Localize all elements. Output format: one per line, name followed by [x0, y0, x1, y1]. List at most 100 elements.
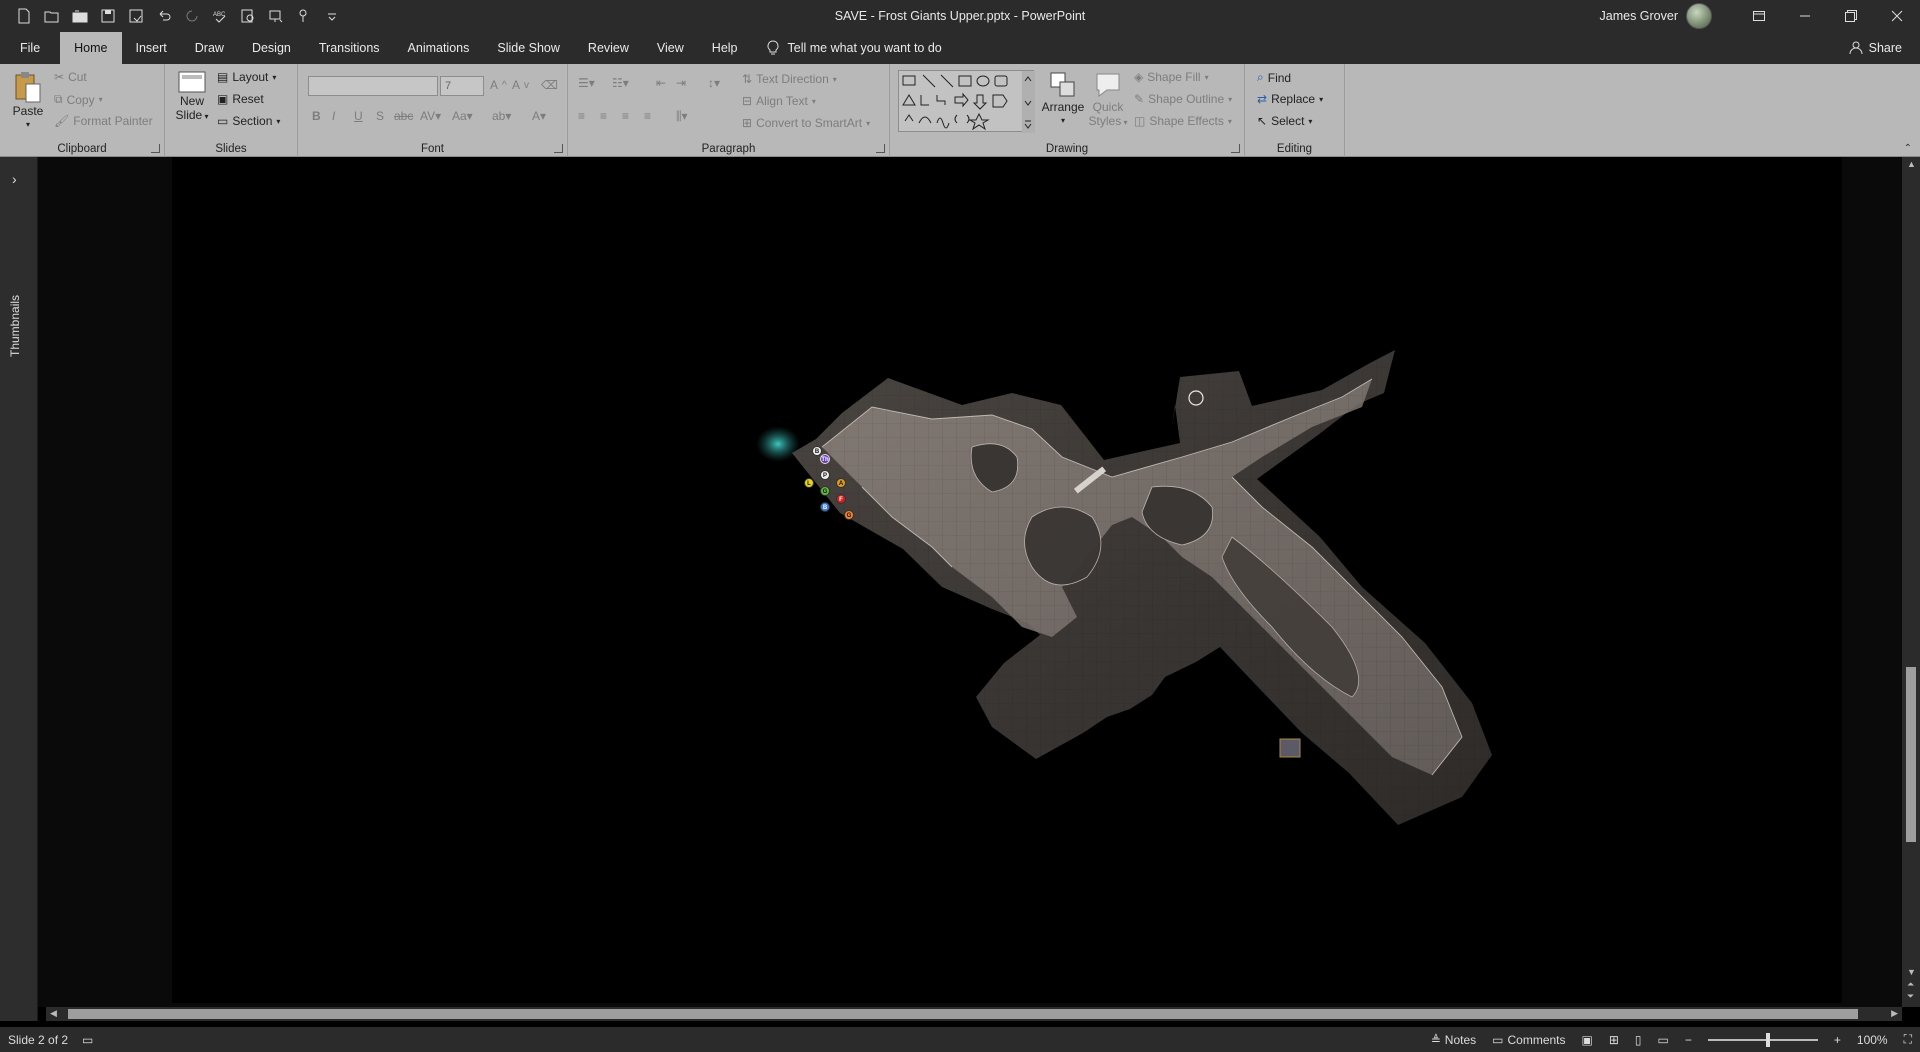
tab-transitions[interactable]: Transitions — [305, 32, 394, 64]
clipboard-launcher-icon[interactable] — [151, 144, 160, 153]
align-left-icon[interactable]: ≡ — [578, 109, 585, 123]
token-f-red[interactable]: F — [836, 494, 846, 504]
font-name-box[interactable] — [308, 76, 438, 96]
token-p-white[interactable]: P — [820, 470, 830, 480]
user-name[interactable]: James Grover — [1600, 9, 1679, 23]
paste-button[interactable]: Paste ▾ — [10, 70, 46, 132]
tab-file[interactable]: File — [0, 32, 60, 64]
zoom-slider[interactable] — [1707, 1032, 1818, 1047]
tab-slide-show[interactable]: Slide Show — [483, 32, 574, 64]
spelling-icon[interactable]: ABC — [206, 2, 234, 30]
align-right-icon[interactable]: ≡ — [622, 109, 629, 123]
horizontal-scroll-thumb[interactable] — [68, 1009, 1858, 1019]
arrange-button[interactable]: Arrange ▾ — [1040, 70, 1086, 128]
highlight-icon[interactable]: ab▾ — [492, 109, 511, 123]
columns-icon[interactable]: ⫼▾ — [676, 109, 688, 124]
tab-draw[interactable]: Draw — [181, 32, 238, 64]
save-icon[interactable] — [94, 2, 122, 30]
new-file-icon[interactable] — [10, 2, 38, 30]
tab-view[interactable]: View — [643, 32, 698, 64]
zoom-slider-knob[interactable] — [1765, 1032, 1770, 1047]
paragraph-launcher-icon[interactable] — [876, 144, 885, 153]
tab-review[interactable]: Review — [574, 32, 643, 64]
drawing-launcher-icon[interactable] — [1231, 144, 1240, 153]
scroll-left-icon[interactable]: ◀ — [50, 1008, 57, 1019]
present-icon[interactable] — [262, 2, 290, 30]
clear-format-icon[interactable]: ⌫ — [541, 78, 558, 92]
decrease-indent-icon[interactable]: ⇤ — [656, 76, 666, 90]
line-spacing-icon[interactable]: ↕▾ — [708, 76, 720, 90]
customize-qat-icon[interactable] — [318, 2, 346, 30]
thumbnails-label[interactable]: Thumbnails — [8, 295, 22, 357]
text-direction-button[interactable]: ⇅ Text Direction ▾ — [742, 72, 837, 86]
print-preview-icon[interactable] — [234, 2, 262, 30]
zoom-out-icon[interactable]: − — [1685, 1033, 1692, 1047]
zoom-level[interactable]: 100% — [1857, 1033, 1888, 1047]
ribbon-display-options-icon[interactable] — [1736, 0, 1782, 32]
shape-outline-button[interactable]: ✎ Shape Outline ▾ — [1134, 92, 1232, 106]
bold-icon[interactable]: B — [312, 109, 321, 123]
tell-me-search[interactable]: Tell me what you want to do — [766, 32, 942, 64]
cut-button[interactable]: ✂ Cut — [54, 70, 87, 84]
select-button[interactable]: ↖ Select ▾ — [1257, 114, 1312, 128]
align-text-button[interactable]: ⊟ Align Text ▾ — [742, 94, 816, 108]
token-g-orange[interactable]: G — [844, 510, 854, 520]
avatar[interactable] — [1686, 3, 1712, 29]
replace-button[interactable]: ⇄ Replace ▾ — [1257, 92, 1323, 106]
token-b-blue[interactable]: B — [820, 502, 830, 512]
tab-insert[interactable]: Insert — [122, 32, 181, 64]
decrease-font-icon[interactable]: Av — [512, 78, 529, 92]
bullets-icon[interactable]: ☰▾ — [578, 76, 595, 90]
normal-view-icon[interactable]: ▣ — [1582, 1033, 1593, 1047]
tab-help[interactable]: Help — [698, 32, 752, 64]
next-slide-icon[interactable]: ⏷ — [1907, 991, 1914, 1002]
change-case-icon[interactable]: Aa▾ — [452, 109, 473, 123]
notes-button[interactable]: ≜ Notes — [1431, 1033, 1476, 1047]
reset-button[interactable]: ▣ Reset — [217, 92, 264, 106]
font-launcher-icon[interactable] — [554, 144, 563, 153]
close-icon[interactable] — [1874, 0, 1920, 32]
token-l-yellow[interactable]: L — [804, 478, 814, 488]
scroll-right-icon[interactable]: ▶ — [1891, 1008, 1898, 1019]
tab-design[interactable]: Design — [238, 32, 305, 64]
comments-button[interactable]: ▭ Comments — [1492, 1033, 1565, 1047]
slide-canvas[interactable]: B Th P L A G F B G — [38, 157, 1902, 1007]
restore-icon[interactable] — [1828, 0, 1874, 32]
token-g-green[interactable]: G — [820, 486, 830, 496]
tab-home[interactable]: Home — [60, 32, 122, 64]
increase-indent-icon[interactable]: ⇥ — [676, 76, 686, 90]
minimize-icon[interactable] — [1782, 0, 1828, 32]
convert-smartart-button[interactable]: ⊞ Convert to SmartArt ▾ — [742, 116, 870, 130]
char-spacing-icon[interactable]: AV▾ — [420, 109, 441, 123]
slide-sorter-icon[interactable]: ⊞ — [1609, 1033, 1619, 1047]
collapse-ribbon-icon[interactable]: ⌃ — [1904, 143, 1912, 154]
shape-effects-button[interactable]: ◫ Shape Effects ▾ — [1134, 114, 1232, 128]
vertical-scroll-thumb[interactable] — [1906, 667, 1916, 842]
previous-slide-icon[interactable]: ⏶ — [1907, 979, 1914, 990]
cave-map-image[interactable]: B Th P L A G F B G — [172, 157, 1842, 1003]
tab-animations[interactable]: Animations — [394, 32, 484, 64]
slide-show-icon[interactable]: ▭ — [1658, 1033, 1669, 1047]
layout-button[interactable]: ▤ Layout ▾ — [217, 70, 276, 84]
font-size-box[interactable]: 7 — [440, 76, 484, 96]
shapes-gallery[interactable] — [898, 70, 1035, 133]
vertical-scrollbar[interactable]: ▲ ▼ ⏶ ⏷ — [1902, 157, 1920, 1007]
token-a-orange[interactable]: A — [836, 478, 846, 488]
quick-styles-button[interactable]: Quick Styles ▾ — [1086, 70, 1130, 130]
section-button[interactable]: ▭ Section ▾ — [217, 114, 280, 128]
save-as-icon[interactable] — [122, 2, 150, 30]
format-painter-button[interactable]: 🖌 Format Painter — [54, 114, 153, 128]
touch-mode-icon[interactable] — [290, 2, 318, 30]
horizontal-scrollbar[interactable]: ◀ ▶ — [46, 1007, 1902, 1021]
expand-thumbnails-icon[interactable]: › — [12, 171, 17, 187]
underline-icon[interactable]: U — [354, 109, 363, 123]
align-center-icon[interactable]: ≡ — [600, 109, 607, 123]
scroll-down-icon[interactable]: ▼ — [1907, 967, 1916, 977]
reading-view-icon[interactable]: ▯ — [1635, 1033, 1642, 1047]
find-button[interactable]: ⌕ Find — [1257, 70, 1291, 85]
open-icon[interactable] — [66, 2, 94, 30]
accessibility-icon[interactable]: ▭ — [82, 1033, 93, 1047]
slide[interactable]: B Th P L A G F B G — [172, 157, 1842, 1003]
fit-to-window-icon[interactable]: ⛶ — [1904, 1032, 1912, 1047]
redo-icon[interactable] — [178, 2, 206, 30]
